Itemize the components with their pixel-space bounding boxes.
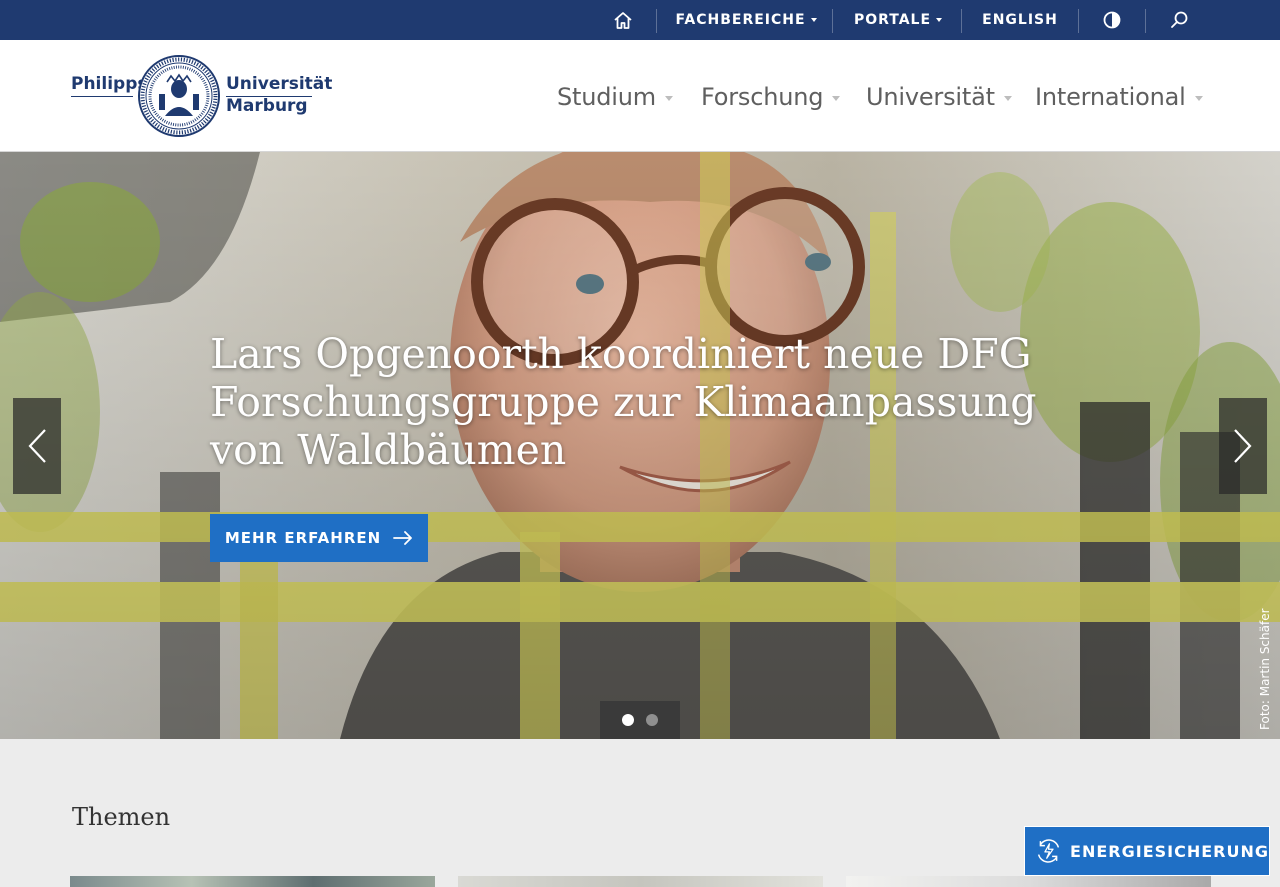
english-link[interactable]: ENGLISH [977, 0, 1063, 40]
theme-card[interactable] [70, 876, 435, 887]
top-utility-bar: FACHBEREICHE PORTALE ENGLISH [0, 0, 1280, 40]
cta-label: MEHR ERFAHREN [224, 529, 382, 547]
home-icon [614, 11, 632, 29]
energy-icon [1037, 839, 1060, 863]
logo-word-universitaet: Universität [226, 74, 333, 94]
portale-label: PORTALE [853, 12, 932, 28]
nav-label: Universität [866, 83, 995, 111]
hero-slider: Lars Opgenoorth koordiniert neue DFG For… [0, 152, 1280, 739]
next-slide-button[interactable] [1219, 398, 1267, 494]
caret-down-icon [664, 95, 673, 101]
home-link[interactable] [606, 0, 640, 40]
nav-studium[interactable]: Studium [557, 80, 673, 114]
logo-rule [71, 96, 133, 97]
fachbereiche-menu[interactable]: FACHBEREICHE [672, 0, 820, 40]
slide-dot-2[interactable] [646, 714, 658, 726]
slide-indicator [600, 701, 680, 739]
logo-word-marburg: Marburg [226, 96, 308, 116]
theme-card[interactable] [846, 876, 1211, 887]
nav-label: Forschung [701, 83, 824, 111]
energiesicherung-button[interactable]: ENERGIESICHERUNG [1024, 826, 1270, 876]
previous-slide-button[interactable] [13, 398, 61, 494]
divider [1078, 9, 1079, 33]
nav-universitaet[interactable]: Universität [866, 80, 1012, 114]
caret-down-icon [832, 95, 841, 101]
divider [832, 9, 833, 33]
english-label: ENGLISH [982, 12, 1058, 28]
mehr-erfahren-button[interactable]: MEHR ERFAHREN [210, 514, 428, 562]
theme-card[interactable] [458, 876, 823, 887]
caret-down-icon [936, 18, 943, 22]
divider [656, 9, 657, 33]
nav-label: Studium [557, 83, 656, 111]
chevron-right-icon [1234, 429, 1252, 463]
portale-menu[interactable]: PORTALE [848, 0, 948, 40]
university-logo[interactable]: Philipps Universität Marburg [70, 54, 332, 138]
divider [961, 9, 962, 33]
chevron-left-icon [28, 429, 46, 463]
nav-international[interactable]: International [1035, 80, 1203, 114]
hero-headline: Lars Opgenoorth koordiniert neue DFG For… [210, 330, 1037, 474]
site-header: Philipps Universität Marburg Studium For… [0, 40, 1280, 152]
slide-dot-1[interactable] [622, 714, 634, 726]
nav-label: International [1035, 83, 1186, 111]
arrow-right-icon [393, 531, 413, 545]
themen-heading: Themen [72, 803, 171, 831]
fachbereiche-label: FACHBEREICHE [675, 12, 806, 28]
caret-down-icon [810, 18, 817, 22]
search-button[interactable] [1161, 0, 1197, 40]
caret-down-icon [1194, 95, 1203, 101]
energiesicherung-label: ENERGIESICHERUNG [1070, 841, 1269, 861]
university-seal-icon [138, 55, 220, 137]
search-icon [1171, 11, 1188, 28]
contrast-toggle[interactable] [1094, 0, 1130, 40]
caret-down-icon [1003, 95, 1012, 101]
divider [1145, 9, 1146, 33]
nav-forschung[interactable]: Forschung [701, 80, 841, 114]
contrast-icon [1103, 11, 1121, 29]
photo-credit: Foto: Martin Schäfer [1258, 608, 1272, 730]
